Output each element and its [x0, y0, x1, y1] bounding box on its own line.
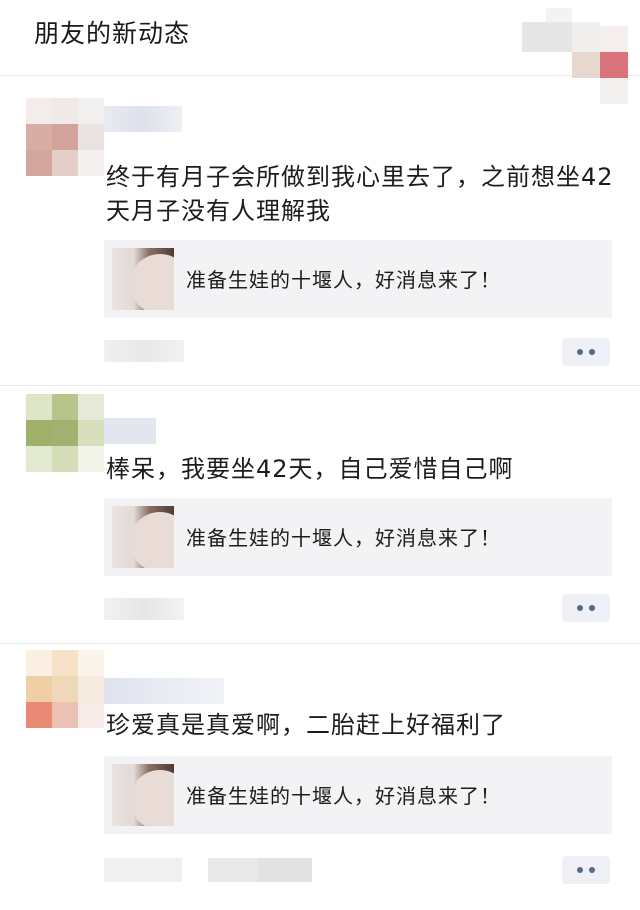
link-card[interactable]: 准备生娃的十堰人，好消息来了！	[104, 498, 612, 576]
link-thumbnail-image	[112, 764, 174, 826]
more-dots-icon[interactable]	[562, 856, 610, 884]
link-title: 准备生娃的十堰人，好消息来了！	[186, 268, 501, 292]
feed-item: 终于有月子会所做到我心里去了，之前想坐42天月子没有人理解我 准备生娃的十堰人，…	[0, 76, 640, 386]
link-card[interactable]: 准备生娃的十堰人，好消息来了！	[104, 756, 612, 834]
feed-item: 棒呆，我要坐42天，自己爱惜自己啊 准备生娃的十堰人，好消息来了！	[0, 386, 640, 644]
link-thumbnail-image	[112, 248, 174, 310]
header: 朋友的新动态	[0, 0, 640, 104]
post-text: 终于有月子会所做到我心里去了，之前想坐42天月子没有人理解我	[106, 163, 614, 225]
username[interactable]	[104, 106, 182, 132]
link-title: 准备生娃的十堰人，好消息来了！	[186, 784, 501, 808]
username[interactable]	[104, 678, 224, 704]
link-title: 准备生娃的十堰人，好消息来了！	[186, 526, 501, 550]
avatar[interactable]	[26, 394, 106, 474]
avatar[interactable]	[26, 650, 106, 730]
more-dots-icon[interactable]	[562, 338, 610, 366]
avatar[interactable]	[26, 98, 106, 178]
post-timestamp	[104, 598, 184, 620]
post-text: 棒呆，我要坐42天，自己爱惜自己啊	[106, 455, 514, 483]
page-title: 朋友的新动态	[34, 19, 191, 48]
post-text: 珍爱真是真爱啊，二胎赶上好福利了	[106, 711, 506, 739]
more-dots-icon[interactable]	[562, 594, 610, 622]
post-timestamp	[104, 340, 184, 362]
username[interactable]	[104, 418, 156, 444]
feed-item: 珍爱真是真爱啊，二胎赶上好福利了 准备生娃的十堰人，好消息来了！	[0, 644, 640, 910]
link-thumbnail-image	[112, 506, 174, 568]
link-card[interactable]: 准备生娃的十堰人，好消息来了！	[104, 240, 612, 318]
